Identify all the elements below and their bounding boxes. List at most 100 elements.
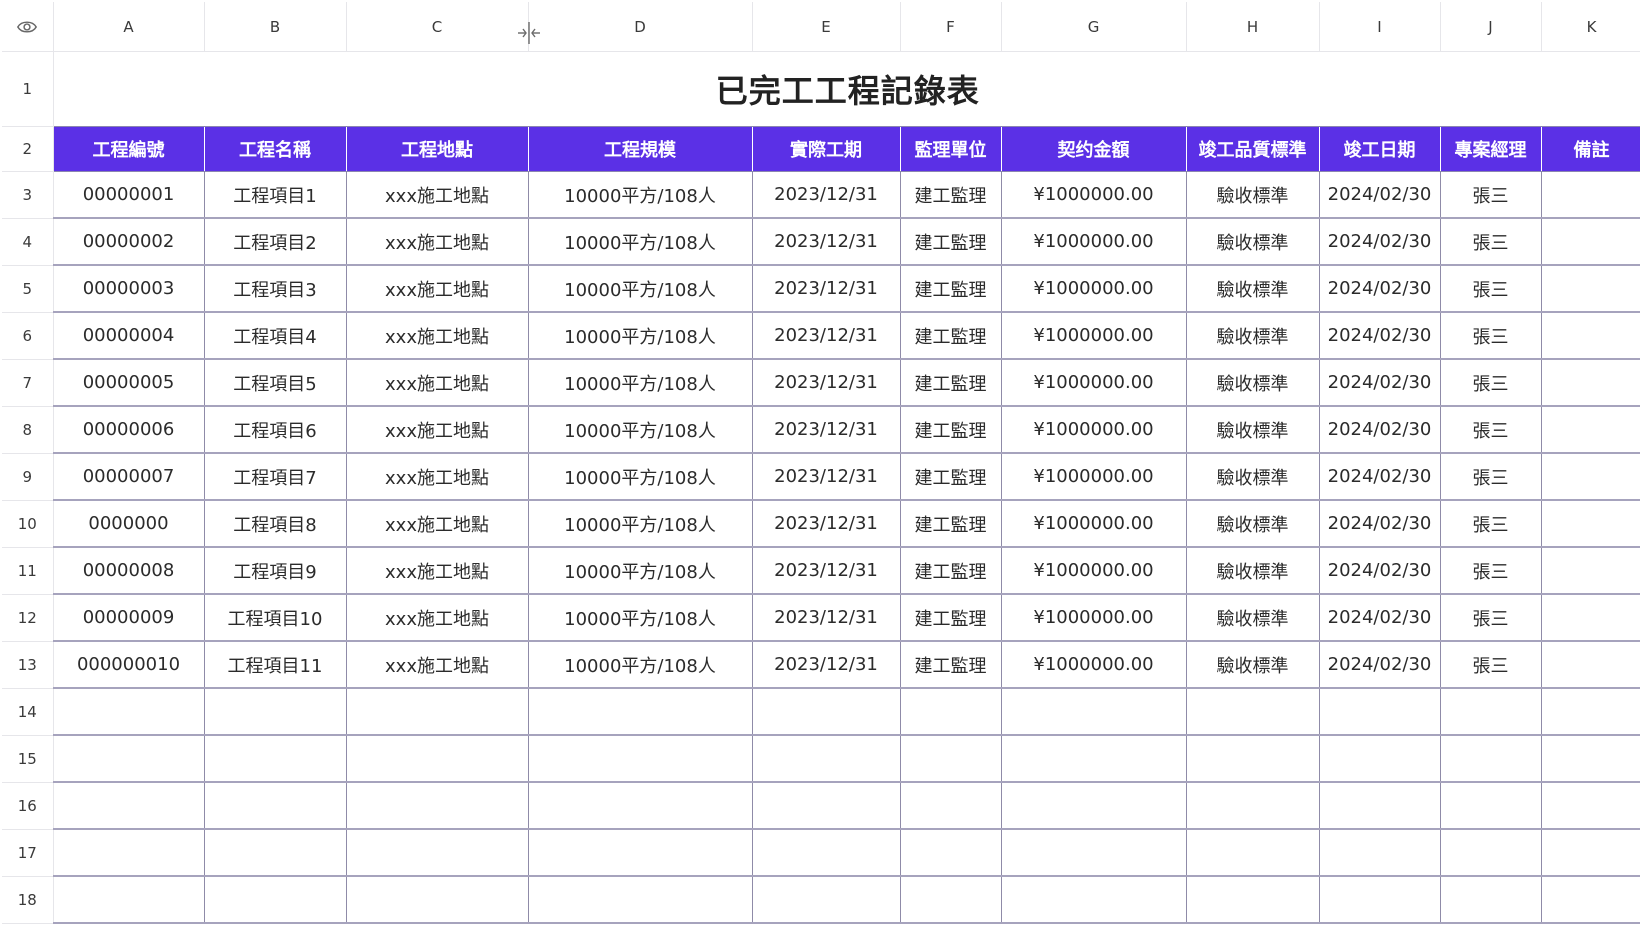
header-cell[interactable]: 工程名稱 (204, 126, 347, 172)
header-cell[interactable]: 工程地點 (346, 126, 529, 172)
table-cell[interactable]: 2024/02/30 (1319, 453, 1441, 501)
table-cell[interactable]: 建工監理 (900, 406, 1002, 454)
table-cell[interactable]: 張三 (1440, 406, 1542, 454)
table-cell[interactable] (1541, 641, 1640, 689)
table-cell[interactable]: ¥1000000.00 (1001, 547, 1187, 595)
table-cell[interactable]: 張三 (1440, 359, 1542, 407)
table-cell[interactable]: 2024/02/30 (1319, 312, 1441, 360)
table-cell[interactable] (1186, 829, 1320, 877)
table-cell[interactable]: 建工監理 (900, 312, 1002, 360)
table-cell[interactable]: 00000002 (52, 218, 205, 266)
table-cell[interactable]: 張三 (1440, 312, 1542, 360)
table-cell[interactable] (204, 688, 347, 736)
table-cell[interactable]: ¥1000000.00 (1001, 453, 1187, 501)
table-cell[interactable] (1541, 453, 1640, 501)
row-number[interactable]: 11 (2, 547, 54, 595)
table-cell[interactable]: ¥1000000.00 (1001, 359, 1187, 407)
table-cell[interactable]: 工程項目5 (204, 359, 347, 407)
row-number[interactable]: 3 (2, 171, 54, 219)
table-cell[interactable] (1541, 735, 1640, 783)
row-number[interactable]: 12 (2, 594, 54, 642)
table-cell[interactable]: 2024/02/30 (1319, 218, 1441, 266)
table-cell[interactable]: ¥1000000.00 (1001, 594, 1187, 642)
table-cell[interactable] (1186, 876, 1320, 924)
table-cell[interactable] (1319, 688, 1441, 736)
table-cell[interactable]: 張三 (1440, 547, 1542, 595)
table-cell[interactable] (528, 829, 753, 877)
table-cell[interactable]: xxx施工地點 (346, 453, 529, 501)
table-cell[interactable]: xxx施工地點 (346, 218, 529, 266)
row-number[interactable]: 9 (2, 453, 54, 501)
table-cell[interactable]: 2023/12/31 (752, 547, 901, 595)
header-cell[interactable]: 契约金額 (1001, 126, 1187, 172)
table-cell[interactable]: 2023/12/31 (752, 312, 901, 360)
column-header-i[interactable]: I (1319, 2, 1441, 52)
table-cell[interactable]: 張三 (1440, 453, 1542, 501)
table-cell[interactable]: 00000007 (52, 453, 205, 501)
table-cell[interactable]: 驗收標準 (1186, 500, 1320, 548)
table-cell[interactable] (1440, 876, 1542, 924)
column-header-f[interactable]: F (900, 2, 1002, 52)
table-cell[interactable]: 建工監理 (900, 641, 1002, 689)
header-cell[interactable]: 實際工期 (752, 126, 901, 172)
table-cell[interactable] (1440, 782, 1542, 830)
table-cell[interactable]: 2024/02/30 (1319, 641, 1441, 689)
column-header-d[interactable]: D (528, 2, 753, 52)
table-cell[interactable] (1001, 829, 1187, 877)
header-cell[interactable]: 竣工日期 (1319, 126, 1441, 172)
table-cell[interactable] (1001, 782, 1187, 830)
table-cell[interactable]: 00000006 (52, 406, 205, 454)
row-number[interactable]: 6 (2, 312, 54, 360)
table-cell[interactable] (52, 735, 205, 783)
column-header-c[interactable]: C (346, 2, 529, 52)
column-header-h[interactable]: H (1186, 2, 1320, 52)
table-cell[interactable]: 驗收標準 (1186, 547, 1320, 595)
row-number[interactable]: 13 (2, 641, 54, 689)
table-cell[interactable]: ¥1000000.00 (1001, 406, 1187, 454)
table-cell[interactable]: xxx施工地點 (346, 171, 529, 219)
table-cell[interactable] (752, 735, 901, 783)
table-cell[interactable] (1541, 171, 1640, 219)
column-header-j[interactable]: J (1440, 2, 1542, 52)
table-cell[interactable] (528, 735, 753, 783)
table-cell[interactable]: 2024/02/30 (1319, 171, 1441, 219)
table-cell[interactable]: 10000平方/108人 (528, 359, 753, 407)
table-cell[interactable] (346, 782, 529, 830)
table-cell[interactable]: 10000平方/108人 (528, 406, 753, 454)
header-cell[interactable]: 監理單位 (900, 126, 1002, 172)
table-cell[interactable]: 10000平方/108人 (528, 594, 753, 642)
table-cell[interactable] (752, 688, 901, 736)
table-cell[interactable]: 工程項目7 (204, 453, 347, 501)
table-cell[interactable]: 2023/12/31 (752, 500, 901, 548)
table-cell[interactable] (204, 782, 347, 830)
table-cell[interactable]: xxx施工地點 (346, 312, 529, 360)
table-cell[interactable] (346, 688, 529, 736)
table-cell[interactable]: 2023/12/31 (752, 265, 901, 313)
table-cell[interactable] (1541, 594, 1640, 642)
table-cell[interactable] (1001, 688, 1187, 736)
table-cell[interactable] (1541, 782, 1640, 830)
column-header-e[interactable]: E (752, 2, 901, 52)
row-number[interactable]: 8 (2, 406, 54, 454)
select-all-corner[interactable] (2, 2, 54, 52)
table-cell[interactable]: 張三 (1440, 265, 1542, 313)
table-cell[interactable] (346, 829, 529, 877)
table-cell[interactable]: 工程項目6 (204, 406, 347, 454)
table-cell[interactable] (528, 688, 753, 736)
table-cell[interactable]: 2024/02/30 (1319, 406, 1441, 454)
table-cell[interactable]: 2023/12/31 (752, 171, 901, 219)
table-cell[interactable] (1541, 688, 1640, 736)
table-cell[interactable]: 驗收標準 (1186, 218, 1320, 266)
table-cell[interactable]: 驗收標準 (1186, 359, 1320, 407)
table-cell[interactable] (1440, 688, 1542, 736)
table-cell[interactable]: 工程項目10 (204, 594, 347, 642)
table-cell[interactable] (900, 829, 1002, 877)
table-cell[interactable]: 張三 (1440, 500, 1542, 548)
table-cell[interactable] (1186, 688, 1320, 736)
table-cell[interactable]: 張三 (1440, 171, 1542, 219)
row-number[interactable]: 2 (2, 126, 54, 172)
table-cell[interactable]: 2024/02/30 (1319, 359, 1441, 407)
table-cell[interactable] (1440, 829, 1542, 877)
table-cell[interactable]: 000000010 (52, 641, 205, 689)
table-cell[interactable] (204, 829, 347, 877)
